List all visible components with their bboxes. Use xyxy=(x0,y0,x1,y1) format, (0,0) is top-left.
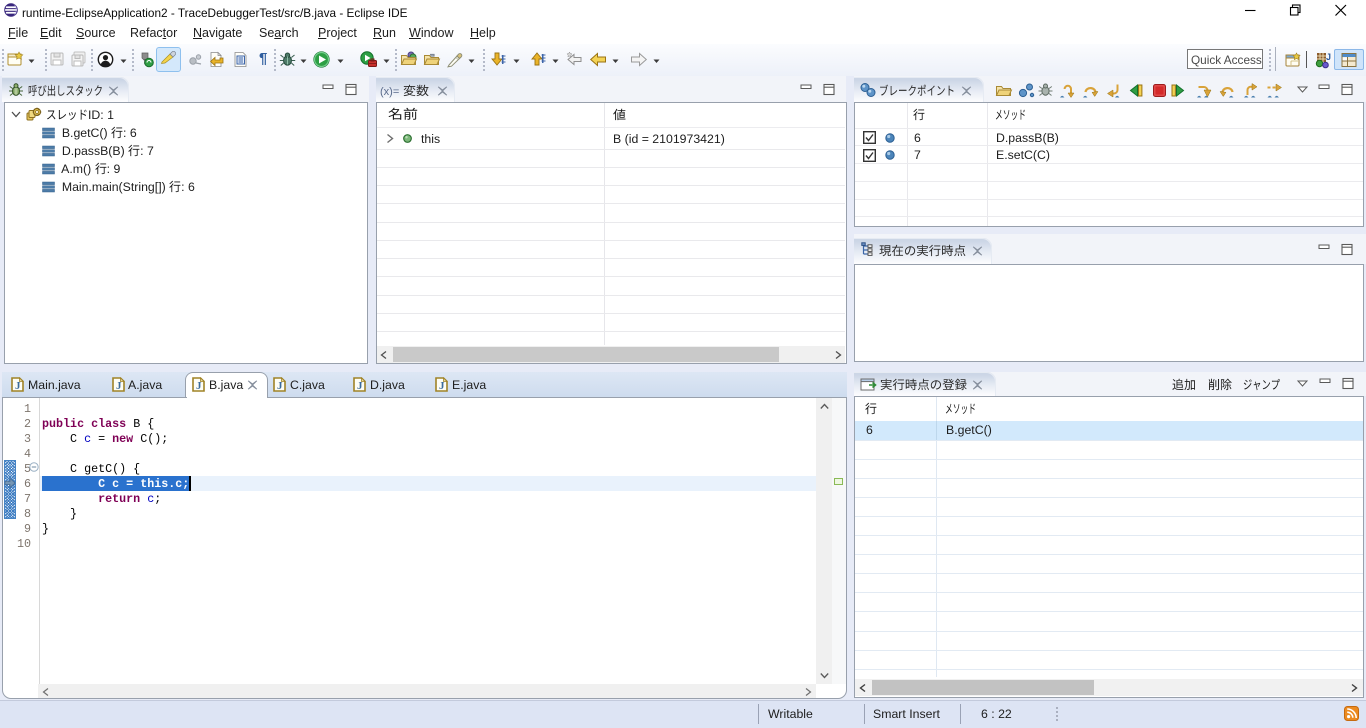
svg-text:J: J xyxy=(439,380,445,392)
svg-text:J: J xyxy=(116,380,122,392)
svg-text:J: J xyxy=(1326,52,1331,62)
svg-text:J: J xyxy=(196,380,202,392)
svg-text:J: J xyxy=(15,380,21,392)
svg-text:J: J xyxy=(277,380,283,392)
svg-text:J: J xyxy=(357,380,363,392)
